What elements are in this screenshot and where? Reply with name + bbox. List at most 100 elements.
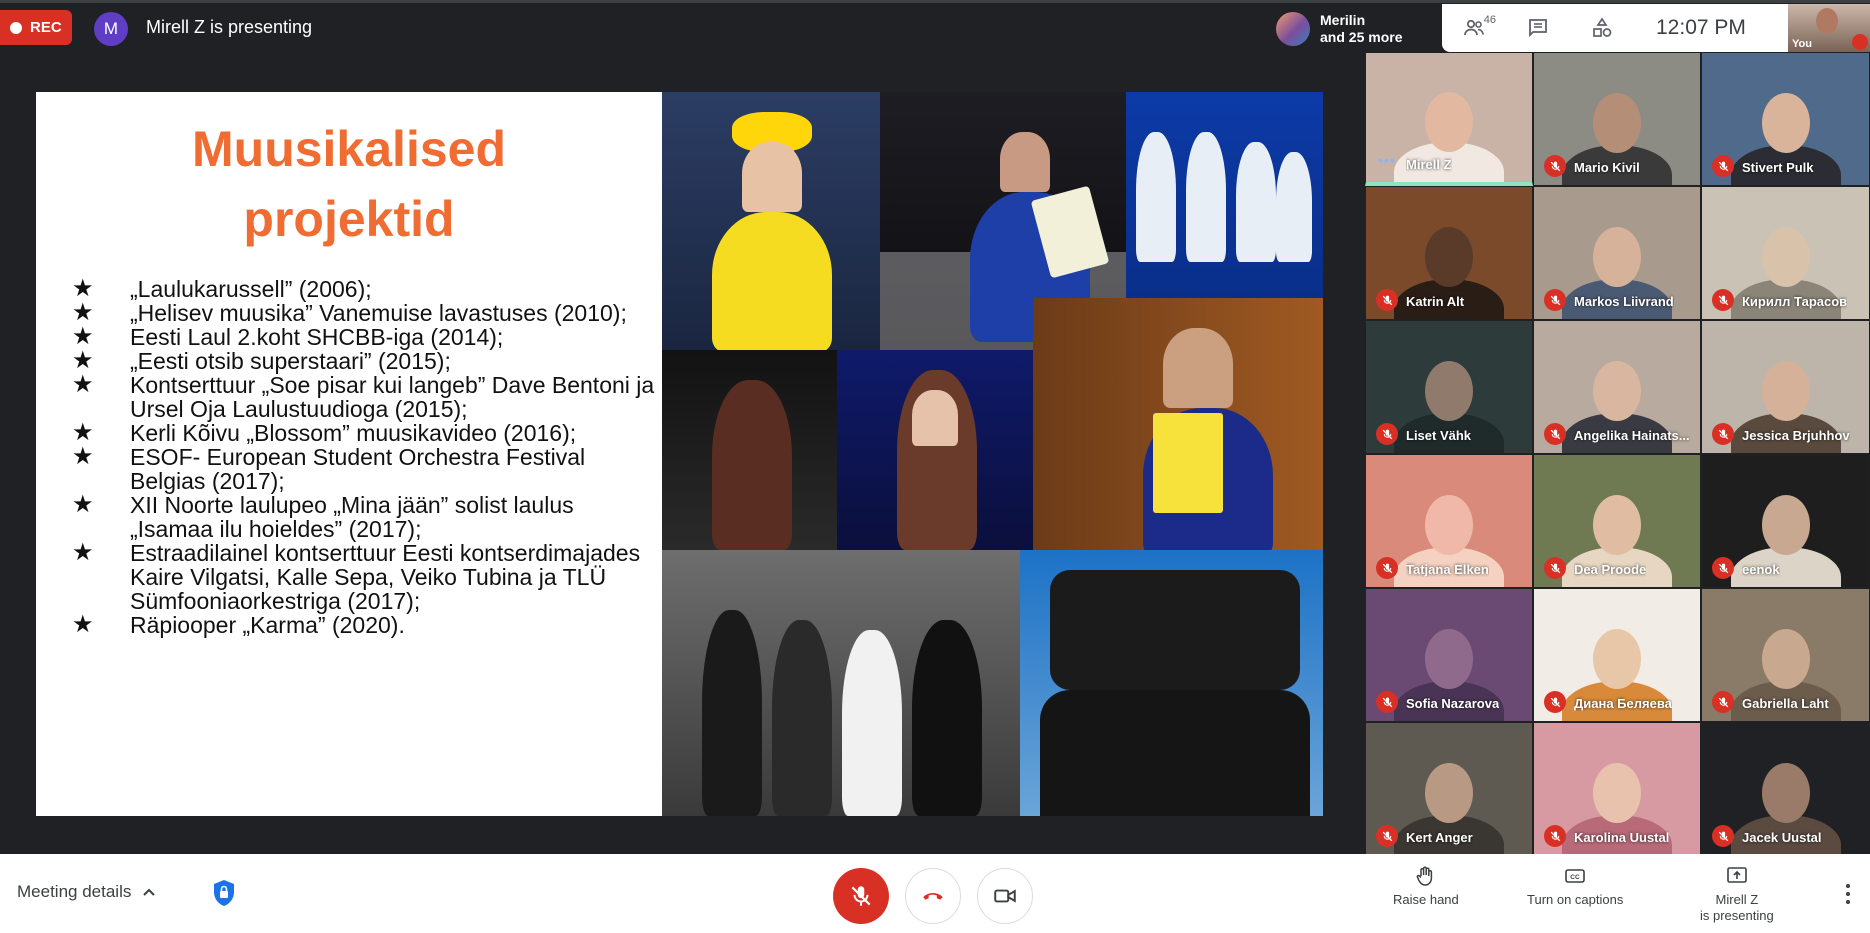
star-bullet-icon: ★ bbox=[72, 347, 94, 374]
chat-button[interactable] bbox=[1506, 4, 1570, 52]
star-bullet-icon: ★ bbox=[72, 611, 94, 638]
participant-tile[interactable]: Kert Anger bbox=[1365, 722, 1533, 856]
participant-tile[interactable]: Dea Proode bbox=[1533, 454, 1701, 588]
slide-bullet: ★ Kontserttuur „Soe pisar kui langeb” Dav… bbox=[72, 371, 655, 422]
participant-video bbox=[1593, 762, 1641, 823]
participant-name: Tatjana Elken bbox=[1406, 562, 1489, 577]
participant-tile[interactable]: Sofia Nazarova bbox=[1365, 588, 1533, 722]
participant-tile[interactable]: Mario Kivil bbox=[1533, 52, 1701, 186]
mic-off-icon bbox=[1376, 825, 1398, 847]
participant-tile[interactable]: Tatjana Elken bbox=[1365, 454, 1533, 588]
mic-toggle-button[interactable] bbox=[833, 868, 889, 924]
present-screen-icon bbox=[1727, 867, 1747, 883]
participant-grid: ••• Mirell Z Mario Kivil Stivert Pulk Katrin… bbox=[1365, 52, 1870, 856]
participant-tile[interactable]: Диана Беляева bbox=[1533, 588, 1701, 722]
participant-video bbox=[1593, 360, 1641, 421]
record-dot-icon bbox=[10, 21, 22, 34]
participant-name: Jacek Uustal bbox=[1742, 830, 1822, 845]
participant-name: Liset Vähk bbox=[1406, 428, 1472, 443]
mic-off-icon bbox=[1712, 691, 1734, 713]
raise-hand-label: Raise hand bbox=[1393, 892, 1459, 907]
participant-tile[interactable]: Angelika Hainats... bbox=[1533, 320, 1701, 454]
participant-name: Mirell Z bbox=[1406, 157, 1452, 172]
mic-off-icon bbox=[1712, 289, 1734, 311]
slide-photo-group-flowers bbox=[662, 550, 1020, 816]
participant-tile[interactable]: Karolina Uustal bbox=[1533, 722, 1701, 856]
participant-name: Mario Kivil bbox=[1574, 160, 1640, 175]
participant-tile[interactable]: Stivert Pulk bbox=[1701, 52, 1870, 186]
more-options-button[interactable] bbox=[1838, 882, 1858, 906]
captions-label: Turn on captions bbox=[1527, 892, 1624, 907]
star-bullet-icon: ★ bbox=[72, 443, 94, 470]
participant-name: Sofia Nazarova bbox=[1406, 696, 1500, 711]
leave-call-button[interactable] bbox=[905, 868, 961, 924]
participant-name: Диана Беляева bbox=[1574, 696, 1672, 711]
meet-window: REC M Mirell Z is presenting Merilin and… bbox=[0, 0, 1870, 933]
hand-icon bbox=[1416, 866, 1433, 886]
presenting-button[interactable]: Mirell Z is presenting bbox=[1700, 864, 1774, 924]
mic-off-icon bbox=[1544, 825, 1566, 847]
slide-bullet: ★ „Eesti otsib superstaari” (2015); bbox=[72, 347, 451, 374]
svg-text:CC: CC bbox=[1570, 874, 1580, 881]
participant-tile[interactable]: Кирилл Тарасов bbox=[1701, 186, 1870, 320]
participant-name: Кирилл Тарасов bbox=[1742, 294, 1848, 309]
presenting-name: Mirell Z bbox=[1715, 892, 1759, 907]
participant-name: Stivert Pulk bbox=[1742, 160, 1814, 175]
participant-video bbox=[1761, 360, 1810, 421]
participant-tile[interactable]: Katrin Alt bbox=[1365, 186, 1533, 320]
meeting-tools-panel: 46 12:07 PM bbox=[1442, 4, 1788, 52]
slide-bullet: ★ Estraadilainel kontserttuur Eesti konts… bbox=[72, 539, 641, 614]
slide-bullet: ★ Eesti Laul 2.koht SHCBB-iga (2014); bbox=[72, 323, 504, 350]
participant-tile[interactable]: Jessica Brjuhhov bbox=[1701, 320, 1870, 454]
meeting-details-button[interactable]: Meeting details bbox=[17, 882, 157, 902]
people-chip[interactable]: Merilin and 25 more bbox=[1270, 6, 1442, 52]
slide-bullet: ★ Kerli Kõivu „Blossom” muusikavideo (201… bbox=[72, 419, 577, 446]
video-camera-icon bbox=[994, 889, 1016, 903]
top-bar: REC M Mirell Z is presenting Merilin and… bbox=[0, 0, 1870, 52]
star-bullet-icon: ★ bbox=[72, 299, 94, 326]
participant-video bbox=[1593, 628, 1641, 689]
participant-video bbox=[1425, 360, 1473, 421]
mic-off-icon bbox=[1376, 557, 1398, 579]
participant-name: Gabriella Laht bbox=[1742, 696, 1829, 711]
participant-tile[interactable]: Liset Vähk bbox=[1365, 320, 1533, 454]
chat-icon bbox=[1529, 19, 1547, 38]
slide-bullet: ★ „Helisev muusika” Vanemuise lavastuses … bbox=[72, 299, 627, 326]
security-shield-icon[interactable] bbox=[211, 878, 237, 908]
slide-photo-cast bbox=[1020, 550, 1323, 816]
mic-off-icon bbox=[1376, 289, 1398, 311]
participant-name: Jessica Brjuhhov bbox=[1742, 428, 1850, 443]
mic-off-icon bbox=[1376, 423, 1398, 445]
slide-photo-blue-stage bbox=[837, 350, 1033, 550]
people-button[interactable]: 46 bbox=[1442, 4, 1506, 52]
star-bullet-icon: ★ bbox=[72, 539, 94, 566]
star-bullet-icon: ★ bbox=[72, 323, 94, 350]
slide-text-panel: Muusikalised projektid ★ „Laulukarussell”… bbox=[36, 92, 662, 816]
participant-tile[interactable]: Jacek Uustal bbox=[1701, 722, 1870, 856]
slide-title: Muusikalised projektid bbox=[192, 121, 506, 247]
participant-video bbox=[1761, 762, 1810, 823]
bottom-bar: Meeting details Raise hand CC Turn on ca… bbox=[0, 854, 1870, 933]
recording-badge: REC bbox=[0, 10, 72, 45]
mic-off-icon bbox=[1712, 423, 1734, 445]
participant-name: eenok bbox=[1742, 562, 1780, 577]
participant-tile[interactable]: Gabriella Laht bbox=[1701, 588, 1870, 722]
participant-video bbox=[1593, 494, 1641, 555]
raise-hand-button[interactable]: Raise hand bbox=[1393, 864, 1459, 908]
self-view-tile[interactable]: You bbox=[1788, 4, 1870, 52]
presenting-status: is presenting bbox=[1700, 908, 1774, 923]
slide-photo-singer-yellow-dress bbox=[662, 92, 880, 350]
participant-video bbox=[1761, 226, 1810, 287]
participant-tile[interactable]: Markos Liivrand bbox=[1533, 186, 1701, 320]
captions-button[interactable]: CC Turn on captions bbox=[1527, 864, 1623, 908]
participant-video bbox=[1425, 91, 1473, 152]
star-bullet-icon: ★ bbox=[72, 419, 94, 446]
camera-toggle-button[interactable] bbox=[977, 868, 1033, 924]
activities-button[interactable] bbox=[1570, 4, 1634, 52]
participant-tile[interactable]: eenok bbox=[1701, 454, 1870, 588]
mic-off-icon bbox=[1712, 155, 1734, 177]
participant-tile[interactable]: ••• Mirell Z bbox=[1365, 52, 1533, 186]
mic-off-icon bbox=[1544, 423, 1566, 445]
participant-name: Katrin Alt bbox=[1406, 294, 1465, 309]
participant-video bbox=[1593, 92, 1641, 153]
